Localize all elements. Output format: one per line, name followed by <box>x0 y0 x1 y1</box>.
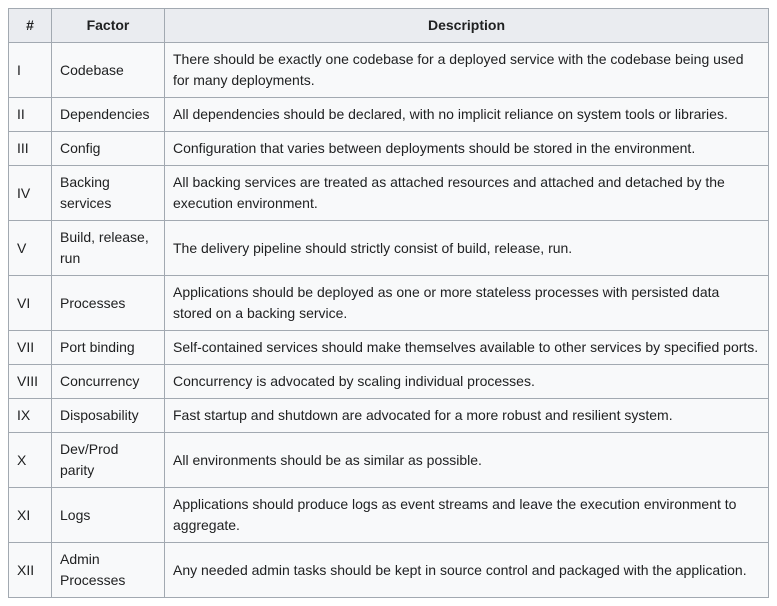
cell-factor: Dependencies <box>52 98 165 132</box>
table-row: IIDependenciesAll dependencies should be… <box>9 98 769 132</box>
table-row: IVBacking servicesAll backing services a… <box>9 166 769 221</box>
table-row: VBuild, release, runThe delivery pipelin… <box>9 221 769 276</box>
cell-num: IV <box>9 166 52 221</box>
header-factor: Factor <box>52 9 165 43</box>
header-description: Description <box>165 9 769 43</box>
table-row: VIIIConcurrencyConcurrency is advocated … <box>9 365 769 399</box>
cell-description: All dependencies should be declared, wit… <box>165 98 769 132</box>
cell-num: V <box>9 221 52 276</box>
table-row: XDev/Prod parityAll environments should … <box>9 433 769 488</box>
twelve-factor-table: # Factor Description ICodebaseThere shou… <box>8 8 769 598</box>
cell-description: Fast startup and shutdown are advocated … <box>165 399 769 433</box>
cell-factor: Processes <box>52 276 165 331</box>
cell-factor: Build, release, run <box>52 221 165 276</box>
cell-factor: Disposability <box>52 399 165 433</box>
cell-factor: Config <box>52 132 165 166</box>
cell-num: VIII <box>9 365 52 399</box>
cell-description: Any needed admin tasks should be kept in… <box>165 543 769 598</box>
cell-description: Concurrency is advocated by scaling indi… <box>165 365 769 399</box>
cell-factor: Dev/Prod parity <box>52 433 165 488</box>
cell-description: There should be exactly one codebase for… <box>165 43 769 98</box>
cell-num: VI <box>9 276 52 331</box>
cell-factor: Backing services <box>52 166 165 221</box>
cell-num: II <box>9 98 52 132</box>
cell-num: I <box>9 43 52 98</box>
table-row: IXDisposabilityFast startup and shutdown… <box>9 399 769 433</box>
cell-description: Applications should be deployed as one o… <box>165 276 769 331</box>
cell-description: All environments should be as similar as… <box>165 433 769 488</box>
table-row: IIIConfigConfiguration that varies betwe… <box>9 132 769 166</box>
table-row: VIIPort bindingSelf-contained services s… <box>9 331 769 365</box>
cell-num: X <box>9 433 52 488</box>
cell-num: XI <box>9 488 52 543</box>
cell-description: Applications should produce logs as even… <box>165 488 769 543</box>
cell-num: XII <box>9 543 52 598</box>
cell-description: All backing services are treated as atta… <box>165 166 769 221</box>
cell-factor: Codebase <box>52 43 165 98</box>
table-row: ICodebaseThere should be exactly one cod… <box>9 43 769 98</box>
cell-factor: Concurrency <box>52 365 165 399</box>
header-num: # <box>9 9 52 43</box>
cell-description: Self-contained services should make them… <box>165 331 769 365</box>
cell-factor: Admin Processes <box>52 543 165 598</box>
cell-factor: Port binding <box>52 331 165 365</box>
table-row: XILogsApplications should produce logs a… <box>9 488 769 543</box>
table-header-row: # Factor Description <box>9 9 769 43</box>
cell-num: VII <box>9 331 52 365</box>
cell-num: IX <box>9 399 52 433</box>
table-row: VIProcessesApplications should be deploy… <box>9 276 769 331</box>
table-row: XIIAdmin ProcessesAny needed admin tasks… <box>9 543 769 598</box>
cell-description: Configuration that varies between deploy… <box>165 132 769 166</box>
cell-num: III <box>9 132 52 166</box>
cell-factor: Logs <box>52 488 165 543</box>
cell-description: The delivery pipeline should strictly co… <box>165 221 769 276</box>
